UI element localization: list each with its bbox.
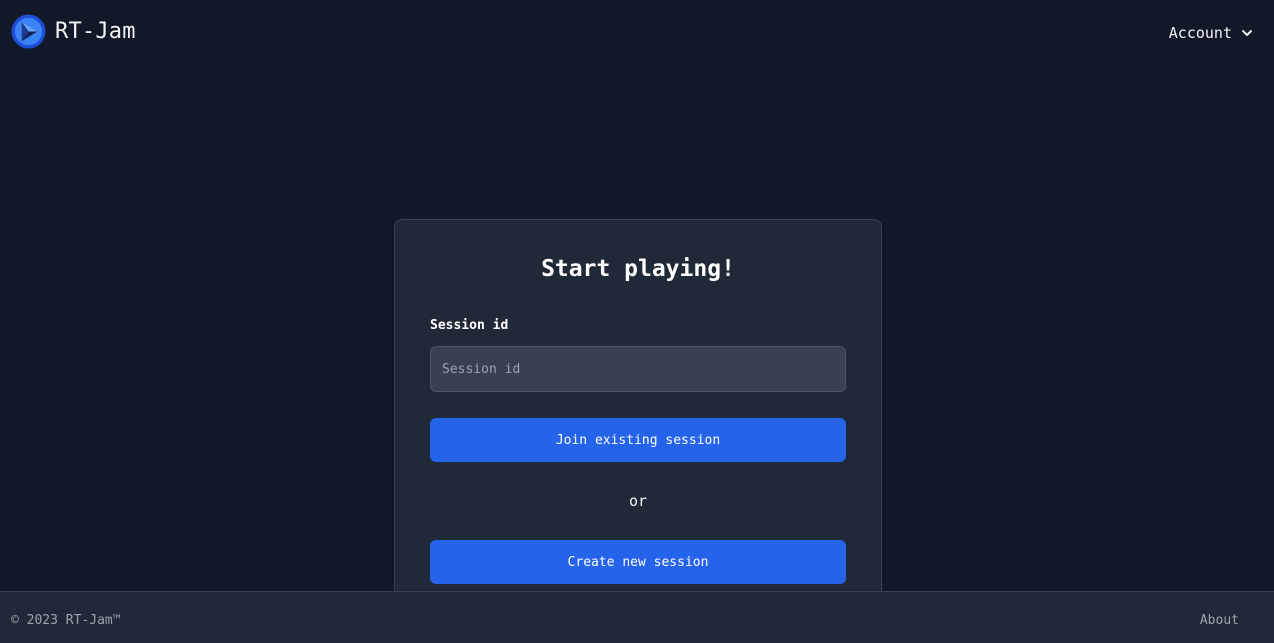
card-title: Start playing! xyxy=(541,256,735,282)
account-menu-button[interactable]: Account xyxy=(1169,24,1253,42)
brand-name: RT-Jam xyxy=(55,19,136,44)
or-divider-text: or xyxy=(628,492,648,510)
start-session-card: Start playing! Session id Join existing … xyxy=(394,219,882,599)
join-session-button[interactable]: Join existing session xyxy=(430,418,846,462)
copyright-text: © 2023 RT-Jam™ xyxy=(11,613,121,628)
about-link[interactable]: About xyxy=(1200,613,1239,628)
session-id-label: Session id xyxy=(430,318,509,333)
play-logo-icon xyxy=(11,14,46,49)
footer: © 2023 RT-Jam™ About xyxy=(0,591,1274,643)
brand-home-link[interactable]: RT-Jam xyxy=(11,14,136,49)
session-id-input[interactable] xyxy=(430,346,846,392)
account-label: Account xyxy=(1168,24,1232,42)
create-session-button[interactable]: Create new session xyxy=(430,540,846,584)
top-nav: RT-Jam Account xyxy=(0,0,1274,66)
chevron-down-icon xyxy=(1242,30,1252,36)
